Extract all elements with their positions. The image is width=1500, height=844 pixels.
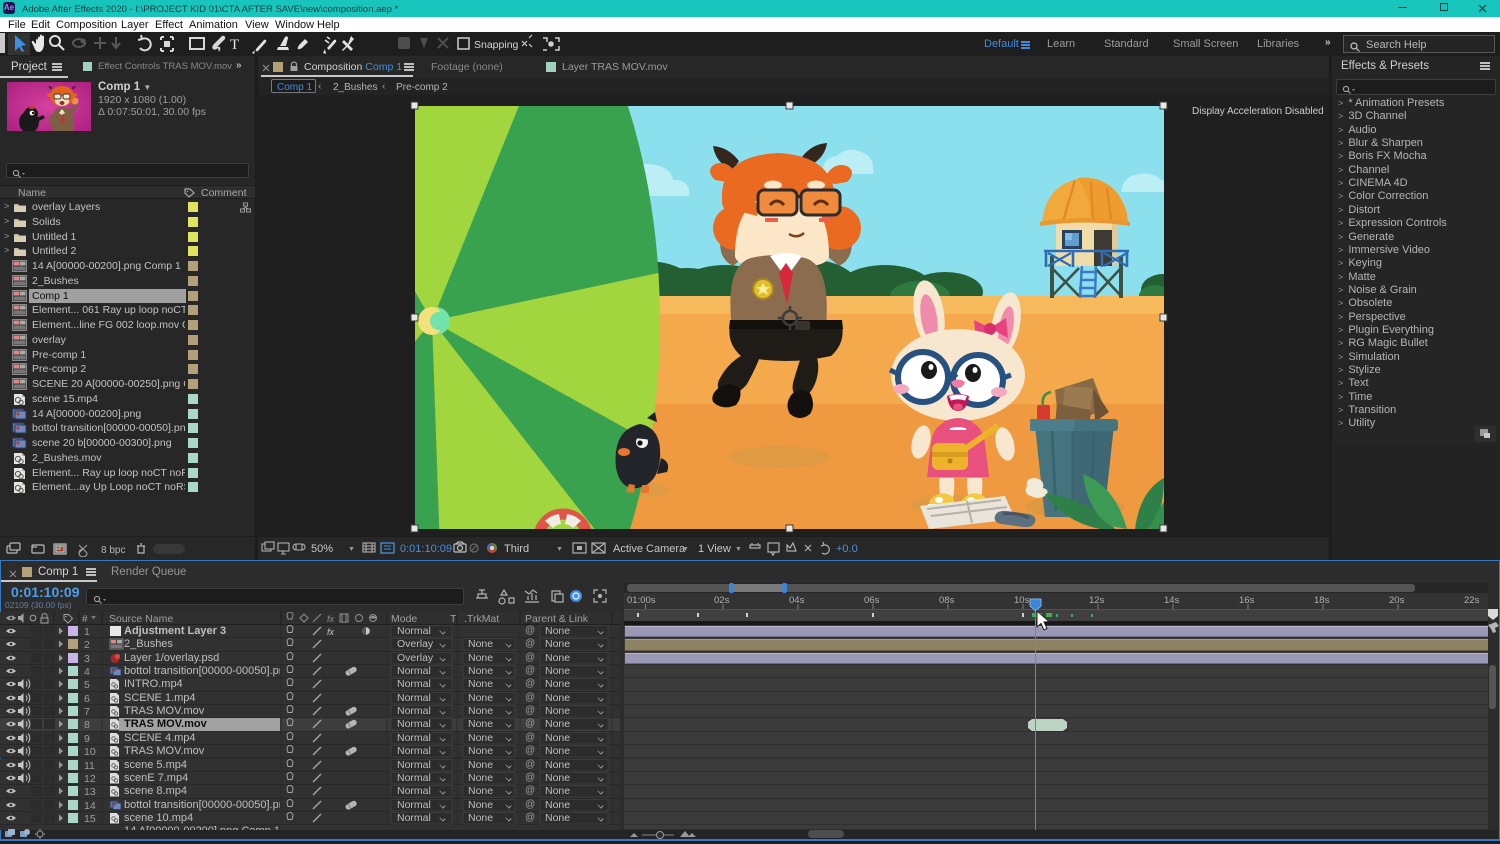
svg-text:#: # <box>82 614 88 625</box>
svg-text:Snapping: Snapping <box>474 39 519 51</box>
svg-text:fx: fx <box>327 614 335 624</box>
svg-text:fx: fx <box>327 627 335 637</box>
svg-text:.TrkMat: .TrkMat <box>464 613 499 625</box>
svg-text:T: T <box>230 37 239 53</box>
svg-text:T: T <box>450 613 457 625</box>
svg-text:Parent & Link: Parent & Link <box>525 613 589 625</box>
svg-text:50%: 50% <box>311 543 333 555</box>
svg-text:▼: ▼ <box>682 546 689 553</box>
svg-text:Active Camera: Active Camera <box>613 543 686 555</box>
svg-text:Mode: Mode <box>391 613 417 625</box>
svg-text:8 bpc: 8 bpc <box>101 545 125 556</box>
svg-text:Third: Third <box>504 543 529 555</box>
svg-text:1 View: 1 View <box>698 543 731 555</box>
svg-text:+0.0: +0.0 <box>836 543 858 555</box>
svg-text:▼: ▼ <box>348 546 355 553</box>
svg-text:Source Name: Source Name <box>109 613 173 625</box>
svg-text:▼: ▼ <box>735 546 742 553</box>
svg-text:0:01:10:09: 0:01:10:09 <box>400 543 452 555</box>
svg-text:▼: ▼ <box>556 546 563 553</box>
